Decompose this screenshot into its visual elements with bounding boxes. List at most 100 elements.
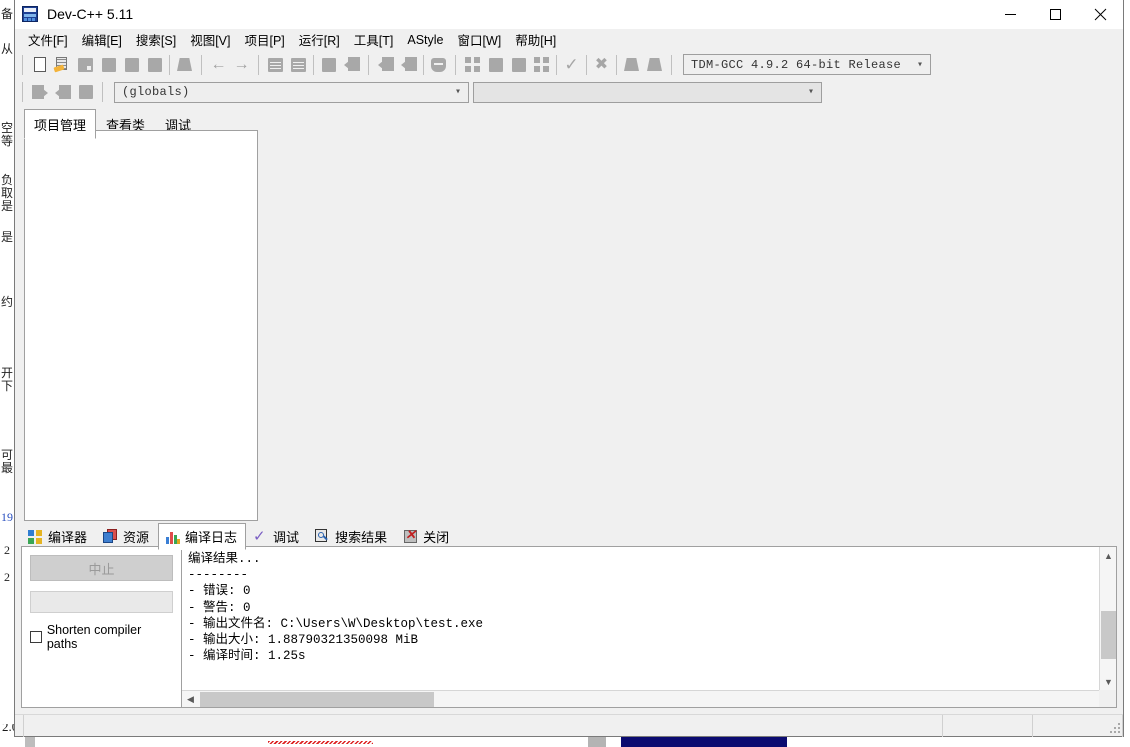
menu-bar: 文件[F] 编辑[E] 搜索[S] 视图[V] 项目[P] 运行[R] 工具[T… xyxy=(15,29,1123,50)
log-horizontal-scrollbar[interactable]: ◀ ▶ xyxy=(182,690,1111,708)
tab-search-results-label: 搜索结果 xyxy=(335,530,388,545)
undo-arrow-icon: ← xyxy=(210,55,227,73)
tab-project-manager[interactable]: 项目管理 xyxy=(24,109,97,139)
close-file-button[interactable] xyxy=(120,53,143,76)
compile-log-panel: 中止 Shorten compiler paths 编译结果... ------… xyxy=(21,546,1117,708)
compile-icon xyxy=(465,57,480,72)
save-icon xyxy=(78,57,93,72)
project-manager-panel[interactable] xyxy=(24,130,258,521)
compile-log-view: 编译结果... -------- - 错误: 0 - 警告: 0 - 输出文件名… xyxy=(182,547,1116,707)
print-button[interactable] xyxy=(173,53,196,76)
menu-window[interactable]: 窗口[W] xyxy=(451,28,509,51)
toolbar-class-browser: (globals) ▾ ▾ xyxy=(15,79,1123,105)
resources-icon xyxy=(103,529,118,544)
status-bar xyxy=(15,714,1123,737)
menu-file[interactable]: 文件[F] xyxy=(21,28,75,51)
find-icon xyxy=(268,57,283,72)
compile-controls: 中止 Shorten compiler paths xyxy=(22,547,182,707)
compile-button[interactable] xyxy=(461,53,484,76)
bar-chart-icon xyxy=(165,529,181,544)
close-all-button[interactable] xyxy=(143,53,166,76)
syntax-check-button[interactable]: ✓ xyxy=(560,53,583,76)
chevron-down-icon: ▾ xyxy=(807,87,815,98)
toolbar-group-class xyxy=(26,80,99,105)
tab-compile-log[interactable]: 编译日志 xyxy=(158,523,247,550)
new-var-button[interactable] xyxy=(74,81,97,104)
abort-button[interactable]: 中止 xyxy=(30,555,173,581)
forward-button[interactable] xyxy=(397,53,420,76)
compiler-set-combo[interactable]: TDM-GCC 4.9.2 64-bit Release ▾ xyxy=(683,54,931,75)
save-button[interactable] xyxy=(74,53,97,76)
class-members-combo[interactable]: ▾ xyxy=(473,81,822,103)
run-button[interactable] xyxy=(484,53,507,76)
run-icon xyxy=(488,57,503,72)
compile-log-text[interactable]: 编译结果... -------- - 错误: 0 - 警告: 0 - 输出文件名… xyxy=(182,547,1099,690)
save-all-button[interactable] xyxy=(97,53,120,76)
menu-project[interactable]: 项目[P] xyxy=(237,28,291,51)
back-button[interactable] xyxy=(374,53,397,76)
log-vertical-scrollbar[interactable]: ▲ ▼ xyxy=(1099,547,1116,690)
close-file-icon xyxy=(124,57,139,72)
devcpp-app-icon xyxy=(22,6,38,22)
taskbar-active-item xyxy=(621,736,787,747)
profile-button[interactable] xyxy=(643,53,666,76)
toolbar-group-search xyxy=(262,52,365,77)
redo-arrow-icon: → xyxy=(233,55,250,73)
globals-scope-combo[interactable]: (globals) ▾ xyxy=(114,81,469,103)
window-title: Dev-C++ 5.11 xyxy=(47,6,134,22)
tab-resources-label: 资源 xyxy=(123,530,150,545)
back-icon xyxy=(377,57,394,72)
replace-button[interactable] xyxy=(287,53,310,76)
goto-line-icon xyxy=(321,57,336,72)
chevron-down-icon: ▾ xyxy=(454,87,462,98)
vertical-scroll-thumb[interactable] xyxy=(1101,611,1116,659)
rebuild-all-button[interactable] xyxy=(530,53,553,76)
find-button[interactable] xyxy=(264,53,287,76)
taskbar-chip-left xyxy=(25,736,35,747)
menu-astyle[interactable]: AStyle xyxy=(400,31,450,49)
check-icon: ✓ xyxy=(253,528,266,545)
scrollbar-corner xyxy=(1099,690,1116,707)
menu-edit[interactable]: 编辑[E] xyxy=(75,28,129,51)
menu-tools[interactable]: 工具[T] xyxy=(347,28,401,51)
goto-function-button[interactable] xyxy=(340,53,363,76)
new-member-button[interactable] xyxy=(51,81,74,104)
forward-icon xyxy=(400,57,417,72)
scroll-down-icon[interactable]: ▼ xyxy=(1100,673,1117,690)
redo-button[interactable]: → xyxy=(230,53,253,76)
toggle-bookmark-button[interactable] xyxy=(427,53,450,76)
compile-run-button[interactable] xyxy=(507,53,530,76)
toolbar-group-compile: ✓ ✖ xyxy=(459,52,668,77)
scroll-up-icon[interactable]: ▲ xyxy=(1100,547,1117,564)
menu-help[interactable]: 帮助[H] xyxy=(508,28,563,51)
maximize-button[interactable] xyxy=(1033,0,1078,29)
check-icon: ✓ xyxy=(564,55,579,74)
shorten-compiler-paths-checkbox[interactable] xyxy=(30,631,42,643)
new-file-button[interactable] xyxy=(28,53,51,76)
debug-button[interactable] xyxy=(620,53,643,76)
debug-icon xyxy=(624,58,639,71)
rebuild-all-icon xyxy=(534,57,549,72)
close-all-icon xyxy=(147,57,162,72)
goto-function-icon xyxy=(343,57,360,72)
scroll-left-icon[interactable]: ◀ xyxy=(182,691,199,708)
goto-line-button[interactable] xyxy=(317,53,340,76)
menu-run[interactable]: 运行[R] xyxy=(292,28,347,51)
resize-grip-icon[interactable] xyxy=(1109,722,1120,733)
horizontal-scroll-thumb[interactable] xyxy=(200,692,434,707)
toolbar-group-file xyxy=(26,52,198,77)
minimize-button[interactable] xyxy=(988,0,1033,29)
close-button[interactable] xyxy=(1078,0,1123,29)
title-bar[interactable]: Dev-C++ 5.11 xyxy=(15,0,1123,29)
new-class-button[interactable] xyxy=(28,81,51,104)
open-file-button[interactable] xyxy=(51,53,74,76)
undo-button[interactable]: ← xyxy=(207,53,230,76)
menu-search[interactable]: 搜索[S] xyxy=(129,28,183,51)
menu-view[interactable]: 视图[V] xyxy=(183,28,237,51)
stop-execution-button[interactable]: ✖ xyxy=(590,53,613,76)
taskbar-chip-mid xyxy=(588,736,606,747)
spellcheck-underline xyxy=(268,741,373,744)
shorten-compiler-paths-row[interactable]: Shorten compiler paths xyxy=(30,623,173,651)
replace-icon xyxy=(291,57,306,72)
profile-icon xyxy=(647,58,662,71)
